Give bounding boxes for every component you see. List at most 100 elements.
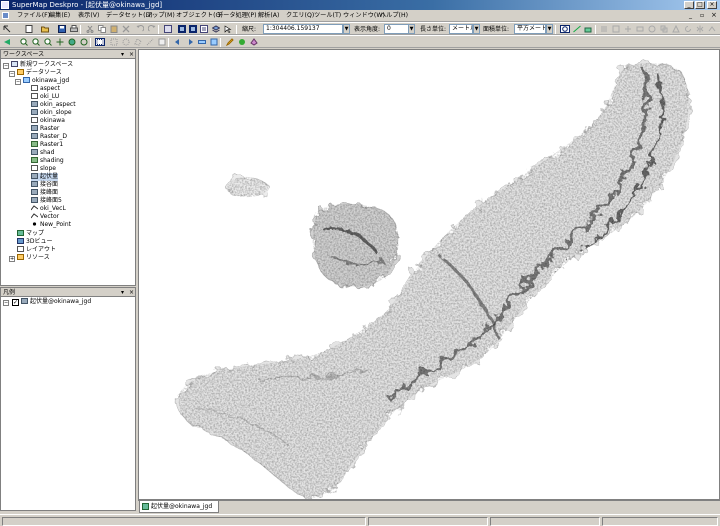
draw-line-icon[interactable] <box>573 25 581 33</box>
dataset-item-selected[interactable]: 起伏量 <box>31 173 59 181</box>
menu-object[interactable]: オブジェクト(O) <box>176 11 223 21</box>
help-pointer-icon[interactable] <box>224 25 232 33</box>
legend-pin-icon[interactable]: ▾ <box>119 288 126 297</box>
menu-window[interactable]: ウィンドウ(W) <box>343 11 385 21</box>
dataset-item[interactable]: slope <box>31 165 56 173</box>
tool-split-icon[interactable] <box>624 25 632 33</box>
pan-left-icon[interactable] <box>3 38 11 46</box>
menu-map[interactable]: マップ(M) <box>146 11 175 21</box>
menu-edit[interactable]: 編集(E) <box>49 11 70 21</box>
full-extent-icon[interactable] <box>68 38 76 46</box>
tree-maps[interactable]: マップ <box>17 230 44 238</box>
legend-close-icon[interactable]: × <box>128 288 135 297</box>
dataset-item[interactable]: oki_VecL <box>30 205 66 213</box>
workspace-panel-toggle-icon[interactable] <box>178 25 186 33</box>
root-expander-icon[interactable]: − <box>3 63 9 69</box>
undo-icon[interactable] <box>136 25 145 33</box>
free-zoom-icon[interactable] <box>44 38 52 46</box>
area-unit-dropdown-arrow-icon[interactable]: ▼ <box>546 24 553 34</box>
document-icon[interactable] <box>2 12 9 19</box>
zoom-out-icon[interactable] <box>32 38 40 46</box>
dataset-item[interactable]: Raster <box>31 125 59 133</box>
refresh-icon[interactable] <box>80 38 88 46</box>
tool-mirror-icon[interactable] <box>696 25 704 33</box>
datasources-expander-icon[interactable]: − <box>9 71 15 77</box>
minimize-button[interactable]: _ <box>684 1 694 9</box>
dataset-item[interactable]: Raster1 <box>31 141 63 149</box>
mdi-minimize-button[interactable]: _ <box>689 12 692 19</box>
cut-icon[interactable] <box>86 25 94 33</box>
tool-overlay-icon[interactable] <box>660 25 668 33</box>
tree-3d-views[interactable]: 3Dビュー <box>17 238 52 246</box>
pencil-icon[interactable] <box>225 38 234 47</box>
open-icon[interactable] <box>41 25 49 33</box>
tool-table-icon[interactable] <box>612 25 620 33</box>
clear-selection-icon[interactable] <box>158 38 166 46</box>
mdi-restore-button[interactable]: ▫ <box>700 12 704 19</box>
dataset-item[interactable]: okinawa <box>31 117 65 125</box>
tool-buffer-icon[interactable] <box>648 25 656 33</box>
menu-query[interactable]: クエリ(Q) <box>286 11 314 21</box>
delete-icon[interactable] <box>122 25 130 33</box>
workspace-icon[interactable] <box>164 25 172 33</box>
dataset-item[interactable]: okin_aspect <box>31 101 76 109</box>
workspace-close-icon[interactable]: × <box>128 50 135 59</box>
tree-datasources[interactable]: データソース <box>17 69 62 77</box>
measure-area-icon[interactable] <box>210 38 218 46</box>
dataset-item[interactable]: shad <box>31 149 54 157</box>
print-icon[interactable] <box>70 25 78 33</box>
menu-file[interactable]: ファイル(F) <box>17 11 50 21</box>
green-circle-icon[interactable] <box>238 38 246 46</box>
dataset-item[interactable]: Vector <box>30 213 59 221</box>
angle-dropdown-arrow-icon[interactable]: ▼ <box>408 24 415 34</box>
back-icon[interactable] <box>174 38 182 46</box>
layer-visibility-checkbox[interactable]: ✓ <box>12 299 19 306</box>
forward-icon[interactable] <box>186 38 194 46</box>
legend-expander-icon[interactable]: − <box>3 300 9 306</box>
map-document-tab[interactable]: 起伏量@okinawa_jgd <box>139 501 219 513</box>
select-tool-icon[interactable] <box>95 38 105 46</box>
polygon-select-icon[interactable] <box>134 38 142 46</box>
tool-grid-icon[interactable] <box>600 25 608 33</box>
resources-expander-icon[interactable]: + <box>9 256 15 262</box>
new-icon[interactable] <box>25 25 33 33</box>
tree-datasource[interactable]: okinawa_jgd <box>23 77 69 85</box>
save-icon[interactable] <box>58 25 66 33</box>
dataset-item[interactable]: Raster_D <box>31 133 67 141</box>
output-window-icon[interactable] <box>200 25 208 33</box>
dataset-item[interactable]: 接谷面 <box>31 181 58 189</box>
menu-data-processing[interactable]: データ処理(P) <box>217 11 257 21</box>
pan-icon[interactable] <box>56 38 64 46</box>
area-unit-combobox[interactable]: 平方メートル <box>514 24 546 34</box>
map-view[interactable] <box>138 49 720 500</box>
line-select-icon[interactable] <box>146 38 154 46</box>
measure-icon[interactable] <box>198 38 206 46</box>
datasource-expander-icon[interactable]: − <box>15 79 21 85</box>
fill-color-icon[interactable] <box>250 38 258 46</box>
tool-merge-icon[interactable] <box>636 25 644 33</box>
menu-tools[interactable]: ツール(T) <box>314 11 341 21</box>
dataset-item[interactable]: oki_LU <box>31 93 59 101</box>
circle-select-icon[interactable] <box>122 38 130 46</box>
zoom-in-icon[interactable] <box>20 38 28 46</box>
rect-select-icon[interactable] <box>110 38 118 46</box>
close-button[interactable]: × <box>707 1 717 9</box>
dataset-item[interactable]: 接峰面 <box>31 189 58 197</box>
dataset-item[interactable]: aspect <box>31 85 60 93</box>
tool-clip-icon[interactable] <box>672 24 680 33</box>
tool-more-icon[interactable] <box>708 25 716 33</box>
legend-layer-item[interactable]: 起伏量@okinawa_jgd <box>21 298 91 306</box>
menu-view[interactable]: 表示(V) <box>78 11 99 21</box>
paste-icon[interactable] <box>110 25 118 33</box>
dataset-item[interactable]: okin_slope <box>31 109 72 117</box>
angle-combobox[interactable]: 0 <box>384 24 410 34</box>
menu-help[interactable]: ヘルプ(H) <box>380 11 408 21</box>
scale-dropdown-arrow-icon[interactable]: ▼ <box>343 24 350 34</box>
dataset-item[interactable]: 接峰面5 <box>31 197 62 205</box>
scale-combobox[interactable]: 1:304406.159137 <box>263 24 343 34</box>
dataset-item[interactable]: shading <box>31 157 64 165</box>
menu-analysis[interactable]: 解析(A) <box>258 11 279 21</box>
tree-workspace-root[interactable]: 新規ワークスペース <box>11 61 73 69</box>
layer-icon[interactable] <box>211 25 221 33</box>
tree-layouts[interactable]: レイアウト <box>17 246 56 254</box>
